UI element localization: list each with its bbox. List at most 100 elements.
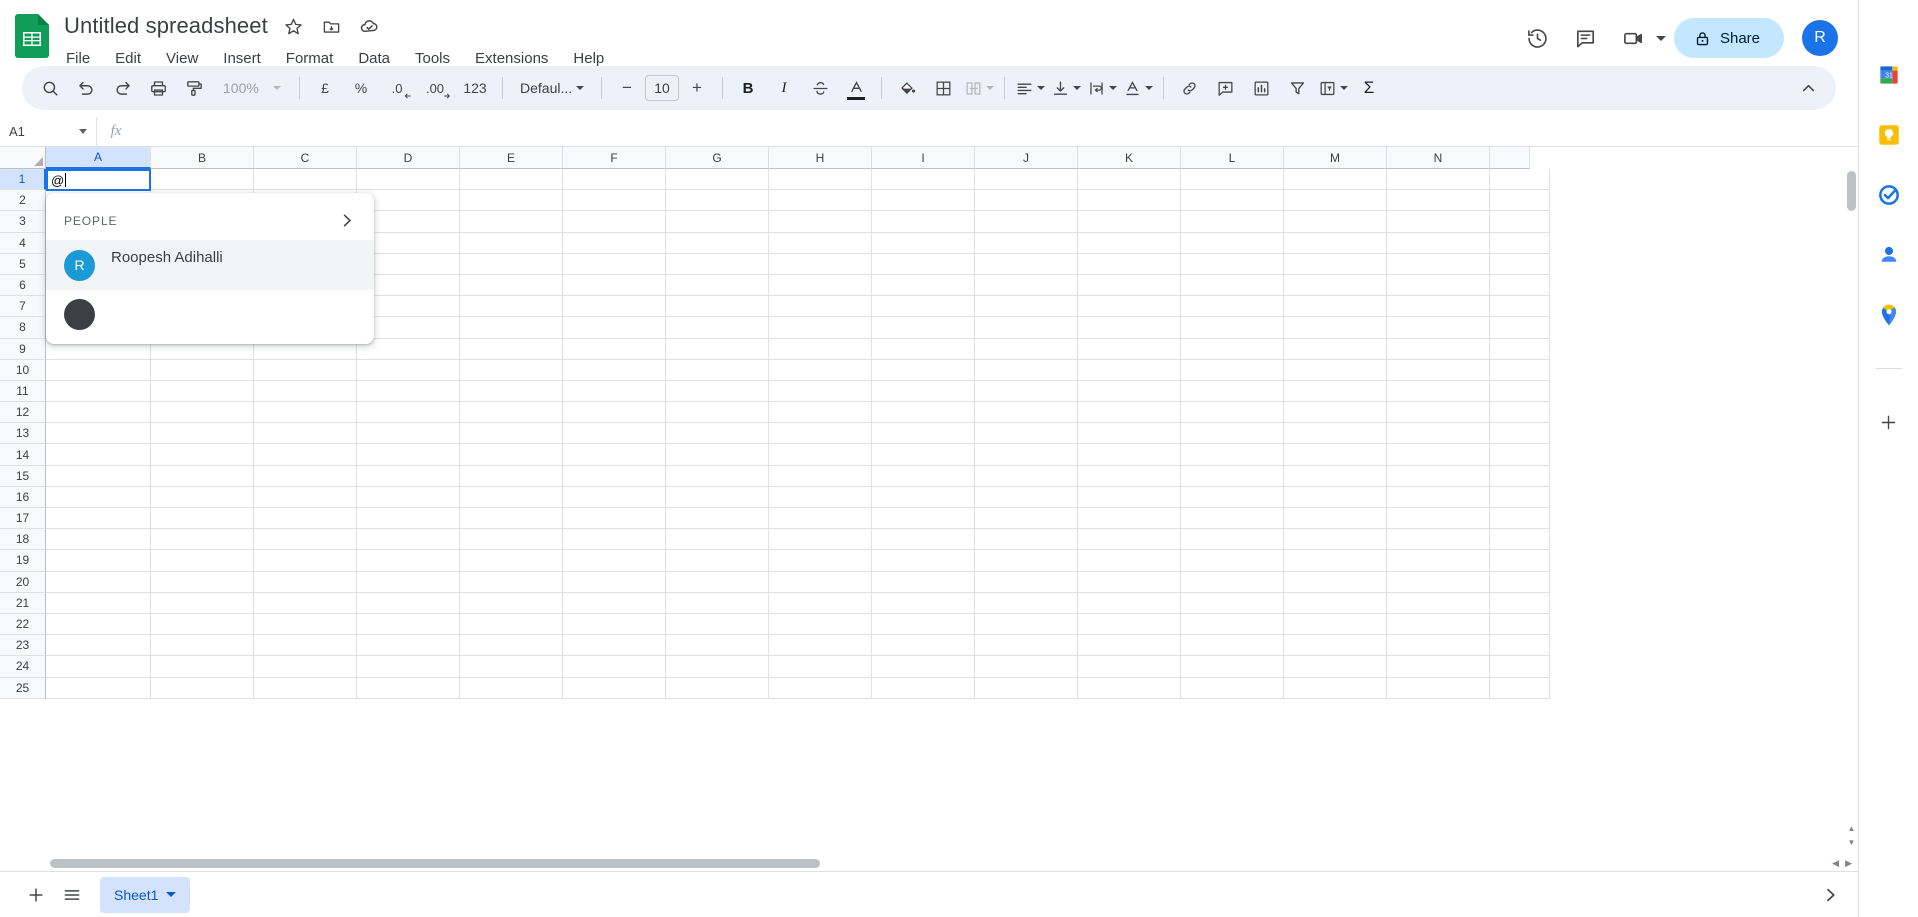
cell-F21[interactable]	[563, 593, 666, 614]
cell-E1[interactable]	[460, 169, 563, 190]
cell-J24[interactable]	[975, 656, 1078, 677]
document-title[interactable]: Untitled spreadsheet	[64, 13, 268, 39]
cell-B23[interactable]	[151, 635, 254, 656]
cell-N4[interactable]	[1387, 233, 1490, 254]
scroll-left-arrow-icon[interactable]: ◀	[1832, 858, 1839, 869]
column-header-G[interactable]: G	[666, 147, 769, 169]
cell-partial-9[interactable]	[1490, 339, 1550, 360]
cell-N15[interactable]	[1387, 466, 1490, 487]
row-header-1[interactable]: 1	[0, 169, 46, 190]
cell-I3[interactable]	[872, 211, 975, 232]
cell-G20[interactable]	[666, 572, 769, 593]
cell-M19[interactable]	[1284, 550, 1387, 571]
cell-K20[interactable]	[1078, 572, 1181, 593]
cell-L21[interactable]	[1181, 593, 1284, 614]
cell-D17[interactable]	[357, 508, 460, 529]
cell-F8[interactable]	[563, 317, 666, 338]
expand-panel-button[interactable]	[1820, 885, 1858, 905]
row-header-3[interactable]: 3	[0, 211, 46, 232]
cell-H6[interactable]	[769, 275, 872, 296]
search-icon[interactable]	[35, 73, 65, 103]
cell-C14[interactable]	[254, 444, 357, 465]
cell-N7[interactable]	[1387, 296, 1490, 317]
column-header-M[interactable]: M	[1284, 147, 1387, 169]
add-app-button[interactable]	[1874, 407, 1904, 437]
cell-F16[interactable]	[563, 487, 666, 508]
cell-N16[interactable]	[1387, 487, 1490, 508]
cell-M5[interactable]	[1284, 254, 1387, 275]
cell-K1[interactable]	[1078, 169, 1181, 190]
name-box[interactable]: A1	[0, 117, 97, 147]
cell-E4[interactable]	[460, 233, 563, 254]
cell-J21[interactable]	[975, 593, 1078, 614]
cell-E5[interactable]	[460, 254, 563, 275]
cell-partial-15[interactable]	[1490, 466, 1550, 487]
cell-A16[interactable]	[46, 487, 151, 508]
scroll-down-arrow-icon[interactable]: ▼	[1847, 838, 1856, 847]
video-camera-icon[interactable]	[1614, 18, 1654, 58]
cell-N19[interactable]	[1387, 550, 1490, 571]
move-to-folder-icon[interactable]	[320, 14, 344, 38]
cell-E15[interactable]	[460, 466, 563, 487]
cell-E20[interactable]	[460, 572, 563, 593]
cell-K12[interactable]	[1078, 402, 1181, 423]
cell-partial-4[interactable]	[1490, 233, 1550, 254]
cell-E11[interactable]	[460, 381, 563, 402]
decrease-decimal-button[interactable]: .0	[382, 73, 412, 103]
cell-I19[interactable]	[872, 550, 975, 571]
cell-K4[interactable]	[1078, 233, 1181, 254]
cell-I7[interactable]	[872, 296, 975, 317]
cell-H10[interactable]	[769, 360, 872, 381]
cell-E18[interactable]	[460, 529, 563, 550]
cell-J5[interactable]	[975, 254, 1078, 275]
row-header-25[interactable]: 25	[0, 678, 46, 699]
cell-I4[interactable]	[872, 233, 975, 254]
column-header-H[interactable]: H	[769, 147, 872, 169]
cell-L11[interactable]	[1181, 381, 1284, 402]
horizontal-scroll-arrows[interactable]: ◀ ▶	[1832, 858, 1852, 869]
row-header-19[interactable]: 19	[0, 550, 46, 571]
cell-G16[interactable]	[666, 487, 769, 508]
cell-partial-6[interactable]	[1490, 275, 1550, 296]
chevron-right-icon[interactable]	[337, 211, 356, 230]
cell-D22[interactable]	[357, 614, 460, 635]
cell-partial-1[interactable]	[1490, 169, 1550, 190]
merge-cells-button[interactable]	[964, 73, 994, 103]
cell-A14[interactable]	[46, 444, 151, 465]
cell-K11[interactable]	[1078, 381, 1181, 402]
cell-E22[interactable]	[460, 614, 563, 635]
cell-N5[interactable]	[1387, 254, 1490, 275]
cell-B11[interactable]	[151, 381, 254, 402]
cell-partial-24[interactable]	[1490, 656, 1550, 677]
cell-B19[interactable]	[151, 550, 254, 571]
cell-J23[interactable]	[975, 635, 1078, 656]
insert-chart-button[interactable]	[1246, 73, 1276, 103]
cell-C13[interactable]	[254, 423, 357, 444]
sheets-logo-wrap[interactable]	[0, 8, 64, 58]
percent-format-button[interactable]: %	[346, 73, 376, 103]
cell-D25[interactable]	[357, 678, 460, 699]
decrease-font-size-button[interactable]: −	[612, 73, 642, 103]
menu-view[interactable]: View	[164, 48, 200, 69]
cell-F3[interactable]	[563, 211, 666, 232]
cell-G3[interactable]	[666, 211, 769, 232]
cell-M17[interactable]	[1284, 508, 1387, 529]
insert-link-button[interactable]	[1174, 73, 1204, 103]
cell-F7[interactable]	[563, 296, 666, 317]
menu-insert[interactable]: Insert	[221, 48, 263, 69]
cell-N2[interactable]	[1387, 190, 1490, 211]
cell-H15[interactable]	[769, 466, 872, 487]
cell-H8[interactable]	[769, 317, 872, 338]
cell-G23[interactable]	[666, 635, 769, 656]
column-header-F[interactable]: F	[563, 147, 666, 169]
cell-F20[interactable]	[563, 572, 666, 593]
cell-partial-25[interactable]	[1490, 678, 1550, 699]
cell-G2[interactable]	[666, 190, 769, 211]
account-avatar[interactable]: R	[1802, 20, 1838, 56]
cell-M20[interactable]	[1284, 572, 1387, 593]
cell-D21[interactable]	[357, 593, 460, 614]
google-keep-icon[interactable]	[1876, 122, 1902, 148]
cell-D24[interactable]	[357, 656, 460, 677]
row-header-4[interactable]: 4	[0, 233, 46, 254]
cell-N3[interactable]	[1387, 211, 1490, 232]
